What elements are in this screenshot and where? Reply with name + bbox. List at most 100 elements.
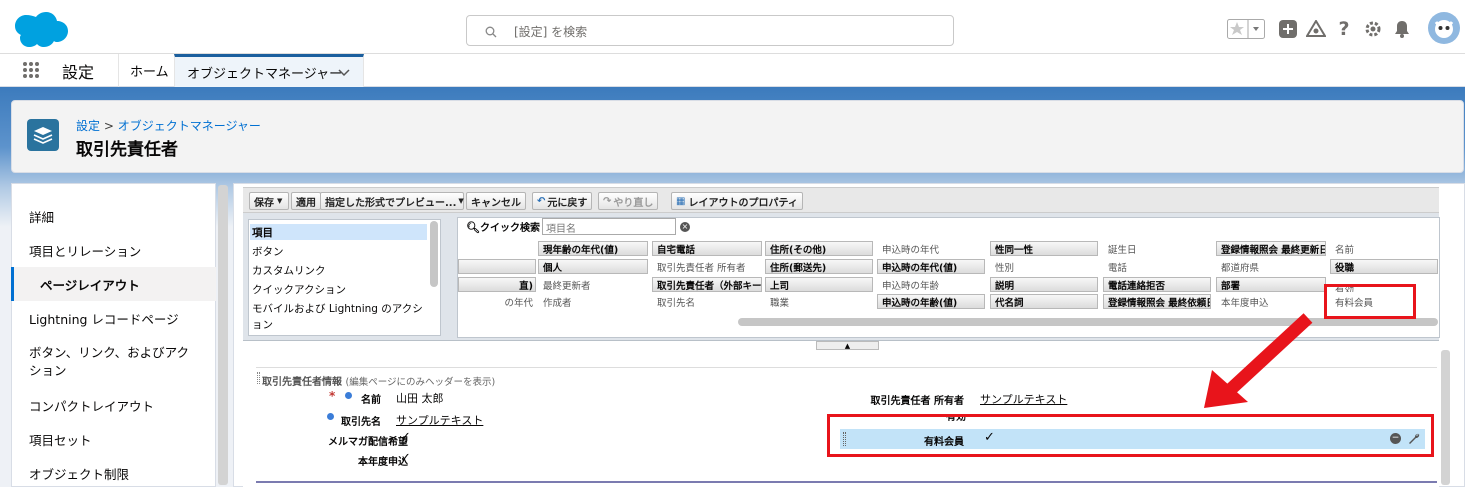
apply-button[interactable]: 適用 (291, 192, 321, 210)
breadcrumb-setup-link[interactable]: 設定 (76, 119, 100, 133)
left-nav-item-page-layouts[interactable]: ページレイアウト (11, 267, 216, 301)
canvas-scrollbar[interactable] (1441, 350, 1450, 485)
section-drag-handle[interactable] (257, 372, 260, 384)
palette-field[interactable]: 申込時の年齢 (877, 277, 985, 292)
field-label-account: 取引先名 (341, 417, 381, 428)
gear-icon[interactable] (1362, 18, 1384, 40)
highlight-box-palette-field (1324, 284, 1416, 319)
save-button[interactable]: 保存 ▼ (249, 192, 289, 210)
palette-category-fields[interactable]: 項目 (250, 224, 427, 240)
palette-field[interactable] (458, 259, 536, 274)
palette-field[interactable] (458, 241, 536, 256)
palette-category-buttons[interactable]: ボタン (250, 243, 427, 259)
dropdown-arrow-icon: ▼ (458, 197, 464, 205)
undo-button[interactable]: ↶ 元に戻す (532, 192, 593, 210)
palette-field[interactable]: 本年度申込 (1216, 294, 1326, 309)
page-title: 取引先責任者 (76, 140, 178, 160)
palette-category-mobile-actions-cont[interactable]: ョン (250, 316, 427, 332)
left-nav-item-object-limits[interactable]: オブジェクト制限 (0, 461, 205, 485)
palette-horizontal-scrollbar[interactable] (738, 318, 1438, 326)
palette-field[interactable]: 登録情報照会 最終依頼日 (1103, 294, 1211, 309)
palette-field[interactable]: 役職 (1330, 259, 1438, 274)
palette-field[interactable]: 電話連絡拒否 (1103, 277, 1211, 292)
palette-category-mobile-actions[interactable]: モバイルおよび Lightning のアクシ (250, 300, 435, 316)
palette-field[interactable]: 作成者 (538, 294, 648, 309)
left-nav-item-buttons-links[interactable]: ボタン、リンク、およびアク (0, 342, 205, 360)
global-header: [設定] を検索 ? (0, 0, 1465, 54)
palette-field[interactable]: 取引先責任者（外部キー） (652, 277, 762, 292)
layout-properties-button[interactable]: ▦ レイアウトのプロパティ (671, 192, 803, 210)
clear-icon[interactable]: × (680, 222, 690, 232)
palette-field[interactable]: 性同一性 (990, 241, 1098, 256)
left-nav-item-fields[interactable]: 項目とリレーション (0, 238, 205, 262)
left-nav-item-details[interactable]: 詳細 (0, 204, 205, 228)
field-value-name[interactable]: 山田 太郎 (396, 390, 444, 406)
palette-field[interactable]: 誕生日 (1103, 241, 1211, 256)
breadcrumb: 設定 > オブジェクトマネージャー (76, 117, 261, 134)
field-label-name: 名前 (361, 395, 381, 406)
palette-field[interactable]: 直) (458, 277, 536, 292)
palette-field[interactable]: 取引先責任者 所有者 (652, 259, 762, 274)
field-label-owner: 取引先責任者 所有者 (870, 396, 964, 407)
bell-icon[interactable] (1391, 18, 1413, 40)
checkmark-icon[interactable]: ✓ (400, 430, 411, 445)
preview-as-button[interactable]: 指定した形式でプレビュー... ▼ (320, 192, 464, 210)
left-nav-item-lightning-record-pages[interactable]: Lightning レコードページ (0, 306, 205, 330)
favorites-star-icon[interactable] (1227, 18, 1265, 40)
search-icon (485, 23, 497, 42)
help-icon[interactable]: ? (1333, 18, 1355, 40)
palette-field[interactable]: 上司 (765, 277, 873, 292)
palette-field[interactable]: 部署 (1216, 277, 1326, 292)
palette-category-scrollbar[interactable] (430, 221, 438, 287)
palette-splitter-handle[interactable]: ▲ (816, 341, 879, 350)
avatar[interactable] (1428, 12, 1460, 44)
palette-field[interactable]: の年代 (458, 294, 536, 309)
section-title[interactable]: 取引先責任者情報 (編集ページにのみヘッダーを表示) (262, 373, 495, 388)
left-nav-item-buttons-links-cont[interactable]: ション (0, 360, 205, 378)
quick-find-input[interactable]: 項目名 (542, 218, 676, 235)
redo-icon: ↷ (603, 195, 612, 207)
palette-field[interactable]: 最終更新者 (538, 277, 648, 292)
palette-field[interactable]: 住所(郵送先) (765, 259, 873, 274)
tab-home[interactable]: ホーム (118, 54, 180, 87)
left-nav-item-compact-layouts[interactable]: コンパクトレイアウト (0, 393, 205, 417)
palette-field[interactable]: 登録情報照会 最終更新日 (1216, 241, 1326, 256)
breadcrumb-object-manager-link[interactable]: オブジェクトマネージャー (118, 119, 261, 133)
trailhead-icon[interactable] (1305, 18, 1327, 40)
redo-button[interactable]: ↷ やり直し (598, 192, 659, 210)
cancel-button[interactable]: キャンセル (466, 192, 526, 210)
palette-field[interactable]: 説明 (990, 277, 1098, 292)
palette-field[interactable]: 職業 (765, 294, 873, 309)
palette-field[interactable]: 申込時の年代 (877, 241, 985, 256)
palette-field[interactable]: 都道府県 (1216, 259, 1326, 274)
palette-category-quick-actions[interactable]: クイックアクション (250, 281, 427, 297)
palette-field[interactable]: 電話 (1103, 259, 1211, 274)
add-plus-icon[interactable] (1277, 18, 1299, 40)
palette-field[interactable]: 住所(その他) (765, 241, 873, 256)
palette-field[interactable]: 現年齢の年代(値) (538, 241, 648, 256)
left-nav-scrollbar[interactable] (218, 185, 228, 485)
quick-find-label: 🔍︎クイック検索 (466, 221, 540, 234)
palette-field[interactable]: 個人 (538, 259, 648, 274)
palette-field[interactable]: 性別 (990, 259, 1098, 274)
palette-field[interactable]: 代名詞 (990, 294, 1098, 309)
chevron-down-icon[interactable] (338, 66, 350, 81)
palette-field[interactable]: 取引先名 (652, 294, 762, 309)
app-launcher-icon[interactable] (22, 61, 40, 83)
field-value-account[interactable]: サンプルテキスト (396, 412, 483, 428)
global-search-input[interactable]: [設定] を検索 (466, 15, 954, 46)
field-value-owner[interactable]: サンプルテキスト (980, 391, 1067, 407)
checkmark-icon[interactable]: ✓ (400, 451, 411, 466)
left-nav-item-field-sets[interactable]: 項目セット (0, 427, 205, 451)
tab-object-manager[interactable]: オブジェクトマネージャー (174, 54, 364, 87)
palette-field[interactable]: 名前 (1330, 241, 1438, 256)
palette-field[interactable]: 申込時の年齢(値) (877, 294, 985, 309)
caret-up-icon: ▲ (844, 341, 851, 350)
field-label-newsletter: メルマガ配信希望 (328, 437, 408, 448)
palette-field[interactable]: 申込時の年代(値) (877, 259, 985, 274)
page-header: 設定 > オブジェクトマネージャー 取引先責任者 (11, 100, 1464, 173)
palette-category-custom-links[interactable]: カスタムリンク (250, 262, 427, 278)
salesforce-logo[interactable] (14, 12, 68, 52)
palette-field[interactable]: 自宅電話 (652, 241, 762, 256)
breadcrumb-separator: > (100, 119, 118, 133)
